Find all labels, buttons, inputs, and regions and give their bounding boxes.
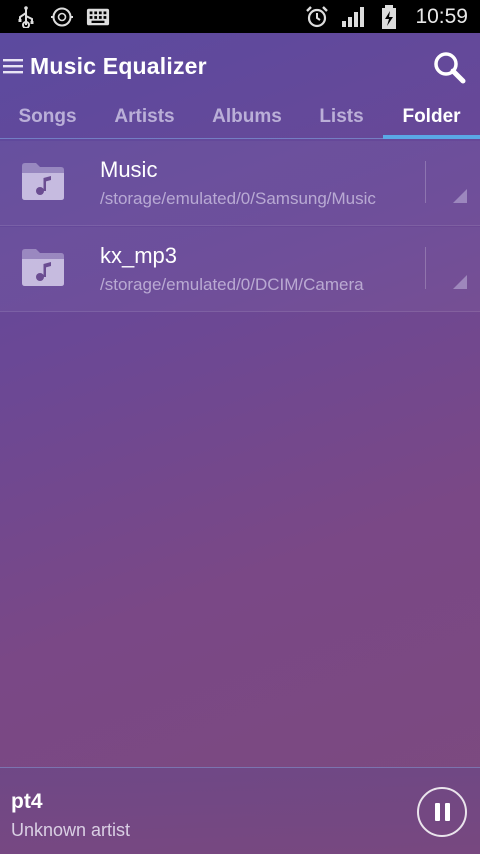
now-playing-title: pt4: [11, 790, 43, 813]
music-folder-icon: [20, 246, 66, 288]
battery-icon: [377, 4, 401, 29]
search-icon[interactable]: [430, 48, 468, 86]
overflow-triangle-icon[interactable]: [451, 187, 469, 205]
signal-icon: [341, 6, 365, 28]
hamburger-menu-icon[interactable]: [2, 33, 24, 99]
folder-name: Music: [100, 157, 158, 182]
sync-icon: [50, 6, 74, 28]
tab-bar: Songs Artists Albums Lists Folder: [0, 99, 480, 139]
music-folder-icon: [20, 160, 66, 202]
action-bar: Music Equalizer: [0, 33, 480, 99]
screen: 10:59 Music Equalizer Songs Artists Albu…: [0, 0, 480, 854]
keyboard-icon: [86, 6, 110, 28]
pause-button[interactable]: [417, 787, 467, 837]
row-divider: [425, 161, 426, 203]
now-playing-bar[interactable]: pt4 Unknown artist: [0, 767, 480, 854]
now-playing-artist: Unknown artist: [11, 820, 131, 840]
tab-albums[interactable]: Albums: [194, 99, 300, 139]
folder-name: kx_mp3: [100, 243, 178, 268]
tab-songs[interactable]: Songs: [0, 99, 95, 139]
tab-lists[interactable]: Lists: [300, 99, 383, 139]
overflow-triangle-icon[interactable]: [451, 273, 469, 291]
row-divider: [425, 247, 426, 289]
pause-icon: [444, 803, 450, 821]
status-bar: 10:59: [0, 0, 480, 33]
folder-path: /storage/emulated/0/DCIM/Camera: [100, 275, 364, 294]
app-title: Music Equalizer: [30, 52, 207, 79]
usb-icon: [14, 5, 38, 28]
folder-path: /storage/emulated/0/Samsung/Music: [100, 189, 376, 208]
list-item[interactable]: kx_mp3 /storage/emulated/0/DCIM/Camera: [0, 227, 480, 312]
folder-list: Music /storage/emulated/0/Samsung/Music …: [0, 141, 480, 312]
status-time: 10:59: [415, 4, 468, 28]
tab-artists[interactable]: Artists: [95, 99, 194, 139]
alarm-icon: [305, 5, 329, 28]
list-item[interactable]: Music /storage/emulated/0/Samsung/Music: [0, 141, 480, 226]
tab-folder[interactable]: Folder: [383, 99, 480, 139]
active-tab-indicator: [383, 135, 480, 139]
pause-icon: [434, 803, 440, 821]
